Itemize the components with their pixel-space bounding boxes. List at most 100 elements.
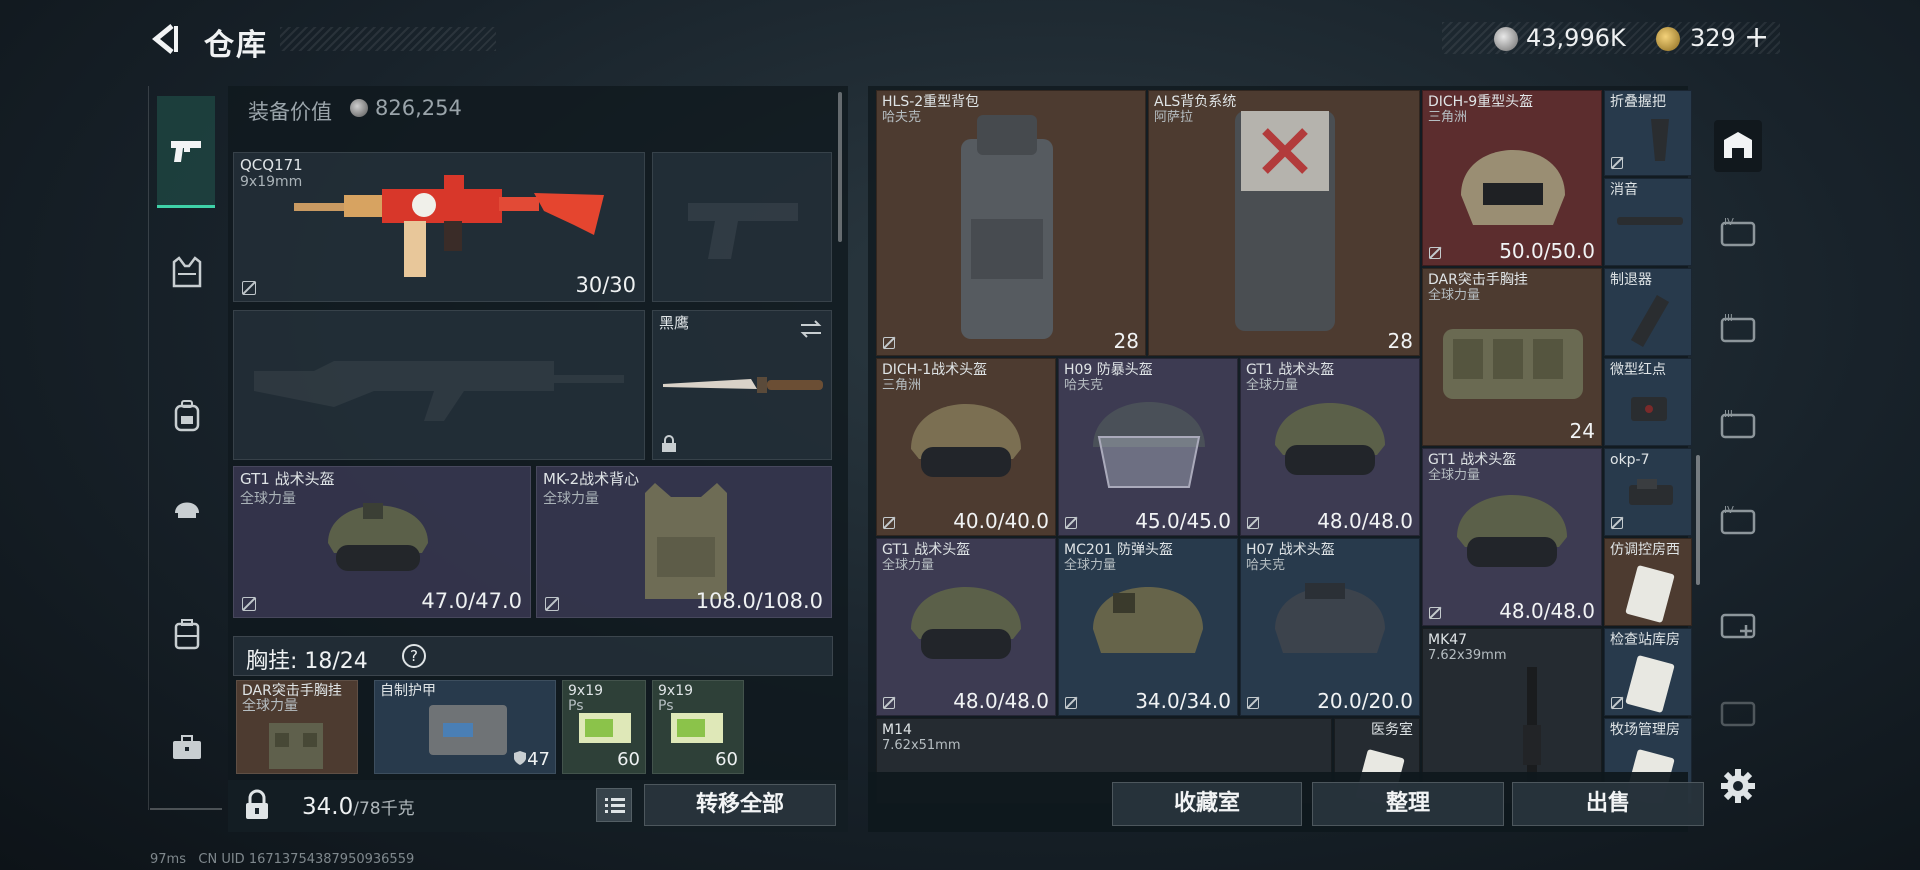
svg-text:IV: IV [1724,505,1734,516]
equipment-scrollbar[interactable] [838,92,842,242]
item-maker: 7.62x39mm [1428,648,1507,663]
no-insure-icon [1429,247,1441,259]
red-dot-image [1631,397,1667,421]
svg-text:III: III [1724,409,1733,420]
melee-slot[interactable]: 黑鹰 [652,310,832,460]
rig-item[interactable]: DAR突击手胸挂 全球力量 [236,680,358,774]
stash-item[interactable]: 仿调控房西 [1604,538,1692,626]
rail-item-case[interactable] [159,606,215,662]
no-insure-icon [883,697,895,709]
rig-item[interactable]: 自制护甲 47 [374,680,556,774]
tab-case-3b[interactable]: III [1718,404,1758,444]
chest-rig-image [1443,329,1583,399]
armor-slot[interactable]: MK-2战术背心 全球力量 108.0/108.0 [536,466,832,618]
tab-case-add[interactable] [1718,604,1758,644]
stash-item[interactable]: 消音 [1604,178,1692,266]
stash-item[interactable]: 制退器 [1604,268,1692,356]
stash-item[interactable]: H07 战术头盔 哈夫克 20.0/20.0 [1240,538,1420,716]
rail-item-weapons[interactable] [157,96,215,208]
helmet-image [1457,495,1567,567]
tab-case-4b[interactable]: IV [1718,500,1758,540]
list-icon[interactable] [596,788,632,822]
stash-item[interactable]: DICH-1战术头盔 三角洲 40.0/40.0 [876,358,1056,536]
no-insure-icon [883,517,895,529]
helmet-durability: 47.0/47.0 [421,589,522,613]
collection-room-button[interactable]: 收藏室 [1112,782,1302,826]
primary-weapon-slot[interactable]: QCQ171 9x19mm 30/30 [233,152,645,302]
item-name: GT1 战术头盔 [1246,362,1335,378]
tab-case-4[interactable]: IV [1718,212,1758,252]
stash-item[interactable]: GT1 战术头盔 全球力量 48.0/48.0 [1240,358,1420,536]
settings-gear-icon[interactable] [1718,766,1758,806]
status-footer: 97ms CN UID 16713754387950936559 [150,852,414,867]
rail-item-backpack[interactable] [159,388,215,444]
key-card-image [1625,565,1675,623]
item-name: ALS背负系统 [1154,94,1237,110]
item-name: DAR突击手胸挂 [1428,272,1528,288]
shield-icon [514,751,526,765]
item-name: M14 [882,722,912,738]
okp-sight-image [1629,479,1673,505]
no-insure-icon [1065,697,1077,709]
backpack-image [961,115,1053,339]
tab-case-3a[interactable]: III [1718,308,1758,348]
item-name: HLS-2重型背包 [882,94,980,110]
no-insure-icon [1611,697,1623,709]
no-insure-icon [1065,517,1077,529]
helmet-maker: 全球力量 [240,491,296,507]
transfer-all-button[interactable]: 转移全部 [644,784,836,826]
money-amount: 43,996K [1526,24,1626,52]
add-currency-button[interactable]: + [1744,20,1769,55]
helmet-slot[interactable]: GT1 战术头盔 全球力量 47.0/47.0 [233,466,531,618]
stash-item[interactable]: okp-7 [1604,448,1692,536]
riot-helmet-image [1093,402,1205,488]
stash-tabs-rail: IV III III IV [1708,108,1768,808]
stash-item[interactable]: HLS-2重型背包 哈夫克 28 [876,90,1146,356]
item-name: GT1 战术头盔 [1428,452,1517,468]
item-maker: 哈夫克 [882,110,922,125]
help-icon[interactable]: ? [402,644,426,668]
stash-item[interactable]: DAR突击手胸挂 全球力量 24 [1422,268,1602,446]
rig-item-name: 9x19 [568,683,604,699]
item-name: 微型红点 [1610,362,1666,378]
ping-text: 97ms [150,852,186,867]
no-insure-icon [1611,517,1623,529]
no-insure-icon [1247,517,1259,529]
lock-icon[interactable] [240,788,274,822]
key-case-icon: IV [1720,217,1756,247]
gold-coin-icon [1656,27,1680,51]
value-coin-icon [350,99,368,117]
stash-item[interactable]: 折叠握把 [1604,90,1692,176]
stash-scrollbar[interactable] [1696,455,1700,585]
lock-icon [662,435,676,452]
item-value: 48.0/48.0 [953,689,1049,713]
secondary-weapon-slot[interactable] [233,310,645,460]
stash-item[interactable]: ALS背负系统 阿萨拉 28 [1148,90,1420,356]
stash-item[interactable]: GT1 战术头盔 全球力量 48.0/48.0 [1422,448,1602,626]
rail-item-briefcase[interactable] [159,720,215,776]
rail-item-helmet[interactable] [159,478,215,534]
stash-item[interactable]: 微型红点 [1604,358,1692,446]
stash-item[interactable]: H09 防暴头盔 哈夫克 45.0/45.0 [1058,358,1238,536]
stash-item[interactable]: GT1 战术头盔 全球力量 48.0/48.0 [876,538,1056,716]
armor-image [645,483,727,599]
tab-case-3c[interactable] [1718,692,1758,732]
rig-item-name: 9x19 [658,683,694,699]
rail-item-vest[interactable] [159,244,215,300]
rig-item[interactable]: 9x19 Ps 60 [652,680,744,774]
sort-button[interactable]: 整理 [1312,782,1504,826]
rifle-silhouette-icon [254,361,624,421]
key-card-image [1625,655,1675,713]
sell-button[interactable]: 出售 [1512,782,1704,826]
rig-item-value: 47 [527,749,550,770]
rig-item[interactable]: 9x19 Ps 60 [562,680,646,774]
equipment-value-label: 装备价值 [248,100,332,124]
swap-icon[interactable] [799,319,823,339]
back-arrow-icon[interactable] [148,22,182,56]
stash-item[interactable]: 检查站库房 [1604,628,1692,716]
stash-item[interactable]: DICH-9重型头盔 三角洲 50.0/50.0 [1422,90,1602,266]
item-name: MC201 防弹头盔 [1064,542,1174,558]
stash-item[interactable]: MC201 防弹头盔 全球力量 34.0/34.0 [1058,538,1238,716]
weight-current: 34.0 [302,794,354,820]
pistol-slot[interactable] [652,152,832,302]
